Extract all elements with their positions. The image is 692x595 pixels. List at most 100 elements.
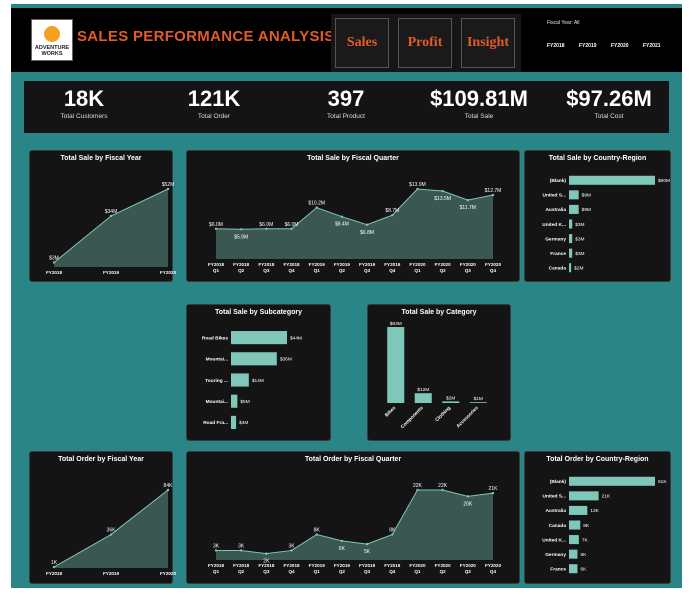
x-tick-label: FY2019 (359, 262, 376, 267)
bar (414, 393, 432, 403)
nav-button-profit[interactable]: Profit (398, 18, 452, 68)
data-label: $6.0M (209, 222, 223, 228)
category-label: Mountai... (206, 399, 228, 405)
data-label: $2M (574, 266, 583, 272)
chart-sale-by-fiscal-quarter[interactable]: Total Sale by Fiscal Quarter $6.0M $5.9M $… (186, 150, 520, 282)
sun-icon (44, 26, 60, 42)
x-tick-label: Q2 (440, 268, 447, 273)
data-label: $3M (575, 222, 584, 228)
data-point (239, 228, 243, 231)
header-bar: ADVENTURE WORKS SALES PERFORMANCE ANALYSI… (11, 8, 682, 72)
data-point (166, 187, 170, 191)
data-point (214, 549, 218, 552)
data-label: $12.7M (485, 188, 502, 194)
data-point (315, 206, 318, 209)
bar (569, 520, 581, 530)
category-label: Components (400, 405, 425, 430)
data-label: $80M (658, 178, 670, 184)
x-tick-label: Q3 (465, 268, 472, 273)
chart-order-by-country-region[interactable]: Total Order by Country-Region (Blank) 61K… (524, 451, 671, 584)
category-label: Canada (549, 523, 567, 529)
data-point (441, 488, 444, 492)
bar (569, 190, 579, 200)
slicer-option-fy2020[interactable]: FY2020 (611, 43, 629, 49)
chart-sale-by-subcategory[interactable]: Total Sale by Subcategory Road Bikes $44M… (186, 304, 331, 441)
category-label: Touring ... (205, 378, 228, 384)
bar (569, 248, 573, 258)
data-point (441, 189, 444, 193)
x-tick-label: Q3 (364, 569, 371, 574)
data-label: $93M (390, 321, 402, 327)
x-tick-label: FY2020 (435, 563, 452, 568)
data-label: $2M (446, 395, 455, 401)
slicer-option-fy2021[interactable]: FY2021 (643, 43, 661, 49)
data-point (466, 198, 470, 202)
bar (569, 491, 599, 501)
data-label: 36K (107, 528, 117, 534)
data-label: $8.4M (335, 222, 349, 228)
chart-sale-by-fiscal-year[interactable]: Total Sale by Fiscal Year $3M $34M $52M FY2… (29, 150, 176, 282)
kpi-total-sale: $109.81M Total Sale (419, 87, 539, 121)
data-label: $3M (49, 256, 59, 262)
category-label: Road Bikes (202, 335, 228, 341)
data-label: 61K (658, 479, 667, 485)
x-tick-label: FY2018 (233, 563, 250, 568)
bar (569, 234, 573, 244)
x-tick-label: FY2020 (160, 571, 177, 576)
chart-sale-by-country-region[interactable]: Total Sale by Country-Region (Blank) $80M… (524, 150, 671, 282)
data-label: 8K (389, 528, 396, 534)
chart-order-by-fiscal-year[interactable]: Total Order by Fiscal Year 1K 36K 84K FY201… (29, 451, 176, 584)
bar (569, 175, 655, 185)
chart-sale-by-category[interactable]: Total Sale by Category $93M Bikes $12M Comp… (367, 304, 511, 441)
data-label: $11.7M (460, 205, 476, 211)
x-tick-label: FY2020 (485, 262, 502, 267)
x-tick-label: FY2018 (208, 262, 225, 267)
x-tick-label: Q2 (238, 569, 245, 574)
data-label: $34M (105, 209, 118, 215)
bar (569, 549, 578, 559)
bar (469, 402, 487, 403)
x-tick-label: FY2018 (46, 270, 63, 275)
data-label: 22K (438, 483, 448, 489)
x-tick-label: FY2018 (208, 563, 225, 568)
kpi-label: Total Order (197, 113, 231, 120)
nav-button-insight[interactable]: Insight (461, 18, 515, 68)
adventure-works-logo: ADVENTURE WORKS (31, 19, 73, 61)
data-label: 5K (364, 549, 371, 555)
data-point (290, 227, 293, 230)
kpi-label: Total Cost (594, 113, 624, 120)
data-label: $13.5M (434, 196, 451, 202)
data-label: 8K (314, 528, 321, 534)
x-tick-label: Q3 (364, 268, 371, 273)
x-tick-label: Q2 (339, 569, 346, 574)
x-tick-label: FY2020 (485, 563, 502, 568)
data-point (239, 549, 243, 552)
slicer-option-fy2018[interactable]: FY2018 (547, 43, 565, 49)
x-tick-label: FY2018 (258, 262, 275, 267)
x-tick-label: FY2019 (334, 563, 351, 568)
x-tick-label: Q1 (414, 569, 421, 574)
kpi-value: $97.26M (566, 86, 652, 111)
x-tick-label: Q4 (288, 569, 295, 574)
slicer-option-fy2019[interactable]: FY2019 (579, 43, 597, 49)
bar (231, 352, 277, 366)
data-point (340, 215, 344, 218)
chart-plot: $6.0M $5.9M $6.0M $6.0M $10.2M $8.4M $6.8M $8.7… (208, 182, 502, 273)
bar (569, 263, 572, 273)
category-label: United S... (543, 193, 566, 199)
chart-plot: $93M Bikes $12M Components $2M Clothing $1M Acc… (384, 321, 487, 430)
data-label: $5M (240, 399, 249, 405)
x-tick-label: Q1 (414, 268, 421, 273)
data-point (52, 261, 56, 264)
category-label: France (550, 567, 566, 573)
chart-plot: (Blank) 61K United S... 21K Australia 13K Cana… (542, 476, 667, 574)
x-tick-label: FY2020 (409, 262, 426, 267)
data-point (166, 488, 170, 492)
x-tick-label: Q4 (389, 569, 396, 574)
category-label: Germany (545, 236, 566, 242)
x-tick-label: Q4 (389, 268, 396, 273)
kpi-label: Total Customers (60, 113, 108, 120)
slicer-label: Fiscal Year: All (547, 20, 580, 26)
chart-order-by-fiscal-quarter[interactable]: Total Order by Fiscal Quarter 3K 3K 2K 3K 8K… (186, 451, 520, 584)
nav-button-sales[interactable]: Sales (335, 18, 389, 68)
